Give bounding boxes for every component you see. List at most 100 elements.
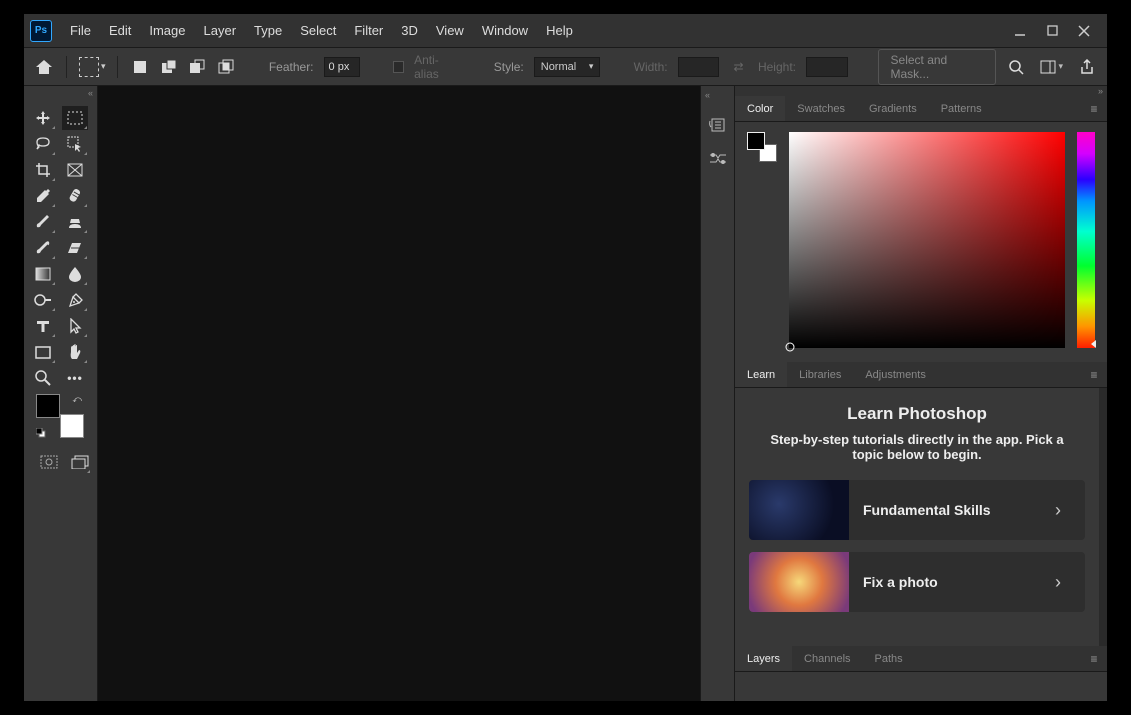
menu-image[interactable]: Image [141,19,193,42]
brush-tool[interactable] [30,210,56,234]
menu-view[interactable]: View [428,19,472,42]
move-tool[interactable] [30,106,56,130]
window-minimize-button[interactable] [1013,24,1027,38]
tab-patterns[interactable]: Patterns [929,96,994,121]
menu-bar: Ps File Edit Image Layer Type Select Fil… [24,14,1107,48]
color-field[interactable] [789,132,1065,348]
history-brush-tool[interactable] [30,236,56,260]
menu-select[interactable]: Select [292,19,344,42]
menu-3d[interactable]: 3D [393,19,426,42]
selection-new-icon[interactable] [130,57,149,77]
properties-panel-icon[interactable] [707,148,729,170]
current-tool-indicator[interactable]: ▾ [79,57,106,77]
color-panel-body [735,122,1107,362]
window-close-button[interactable] [1077,24,1091,38]
height-input [806,57,848,77]
edit-toolbar-button[interactable]: ••• [62,366,88,390]
layers-panel-tabs: Layers Channels Paths ≡ [735,646,1107,672]
path-select-tool[interactable] [62,314,88,338]
blur-tool[interactable] [62,262,88,286]
fg-swatch[interactable] [747,132,765,150]
zoom-tool[interactable] [30,366,56,390]
learn-card-fixphoto[interactable]: Fix a photo › [749,552,1085,612]
type-tool[interactable] [30,314,56,338]
learn-panel-tabs: Learn Libraries Adjustments ≡ [735,362,1107,388]
menu-help[interactable]: Help [538,19,581,42]
learn-panel-menu-icon[interactable]: ≡ [1081,362,1107,387]
feather-input[interactable] [324,57,360,77]
tab-paths[interactable]: Paths [863,646,915,671]
frame-tool[interactable] [62,158,88,182]
collapse-toolbar-icon[interactable]: « [24,86,97,100]
screen-mode-button[interactable] [70,450,92,474]
clone-stamp-tool[interactable] [62,210,88,234]
menu-filter[interactable]: Filter [346,19,391,42]
quick-select-tool[interactable] [62,132,88,156]
background-color-swatch[interactable] [60,414,84,438]
select-and-mask-button[interactable]: Select and Mask... [878,49,997,85]
tab-swatches[interactable]: Swatches [785,96,857,121]
hand-tool[interactable] [62,340,88,364]
default-colors-icon[interactable] [36,428,46,438]
marquee-tool[interactable] [62,106,88,130]
workspace-switcher[interactable]: ▾ [1040,57,1063,77]
home-button[interactable] [34,57,54,77]
selection-intersect-icon[interactable] [217,57,236,77]
layers-panel-menu-icon[interactable]: ≡ [1081,646,1107,671]
layers-panel-body [735,672,1107,701]
app-window: Ps File Edit Image Layer Type Select Fil… [24,14,1107,701]
canvas-area[interactable] [98,86,701,701]
color-panel-menu-icon[interactable]: ≡ [1081,96,1107,121]
width-label: Width: [634,60,668,74]
width-input [678,57,720,77]
hue-slider[interactable] [1077,132,1095,348]
style-select[interactable]: Normal▾ [534,57,601,77]
menu-edit[interactable]: Edit [101,19,139,42]
learn-scroll-area[interactable]: Learn Photoshop Step-by-step tutorials d… [735,388,1099,646]
quick-mask-button[interactable] [38,450,60,474]
style-label: Style: [494,60,524,74]
shape-tool[interactable] [30,340,56,364]
tools-panel: « [24,86,98,701]
chevron-right-icon: › [1055,500,1085,521]
learn-scrollbar[interactable] [1099,388,1107,646]
menu-window[interactable]: Window [474,19,536,42]
tab-gradients[interactable]: Gradients [857,96,929,121]
selection-add-icon[interactable] [159,57,178,77]
learn-card-fundamental[interactable]: Fundamental Skills › [749,480,1085,540]
foreground-color-swatch[interactable] [36,394,60,418]
tab-channels[interactable]: Channels [792,646,862,671]
menu-type[interactable]: Type [246,19,290,42]
color-panel-swatches[interactable] [747,132,777,162]
healing-brush-tool[interactable] [62,184,88,208]
expand-dock-icon[interactable]: « [701,88,734,102]
crop-tool[interactable] [30,158,56,182]
chevron-right-icon: › [1055,572,1085,593]
menu-file[interactable]: File [62,19,99,42]
collapsed-dock: « [701,86,735,701]
tab-learn[interactable]: Learn [735,362,787,387]
tab-layers[interactable]: Layers [735,646,792,671]
share-icon[interactable] [1077,57,1097,77]
learn-heading: Learn Photoshop [749,404,1085,424]
tab-libraries[interactable]: Libraries [787,362,853,387]
swap-dimensions-icon: ⇄ [729,57,748,77]
pen-tool[interactable] [62,288,88,312]
menu-layer[interactable]: Layer [196,19,245,42]
selection-subtract-icon[interactable] [188,57,207,77]
hue-slider-thumb[interactable] [1091,340,1096,348]
color-swatches[interactable]: ⤺ [36,394,84,438]
feather-label: Feather: [269,60,314,74]
gradient-tool[interactable] [30,262,56,286]
lasso-tool[interactable] [30,132,56,156]
eyedropper-tool[interactable] [30,184,56,208]
tab-adjustments[interactable]: Adjustments [853,362,938,387]
history-panel-icon[interactable] [707,114,729,136]
eraser-tool[interactable] [62,236,88,260]
dodge-tool[interactable] [30,288,56,312]
search-icon[interactable] [1006,57,1026,77]
tab-color[interactable]: Color [735,96,785,121]
swap-colors-icon[interactable]: ⤺ [72,394,82,405]
collapse-panels-icon[interactable]: » [735,86,1107,96]
window-maximize-button[interactable] [1045,24,1059,38]
